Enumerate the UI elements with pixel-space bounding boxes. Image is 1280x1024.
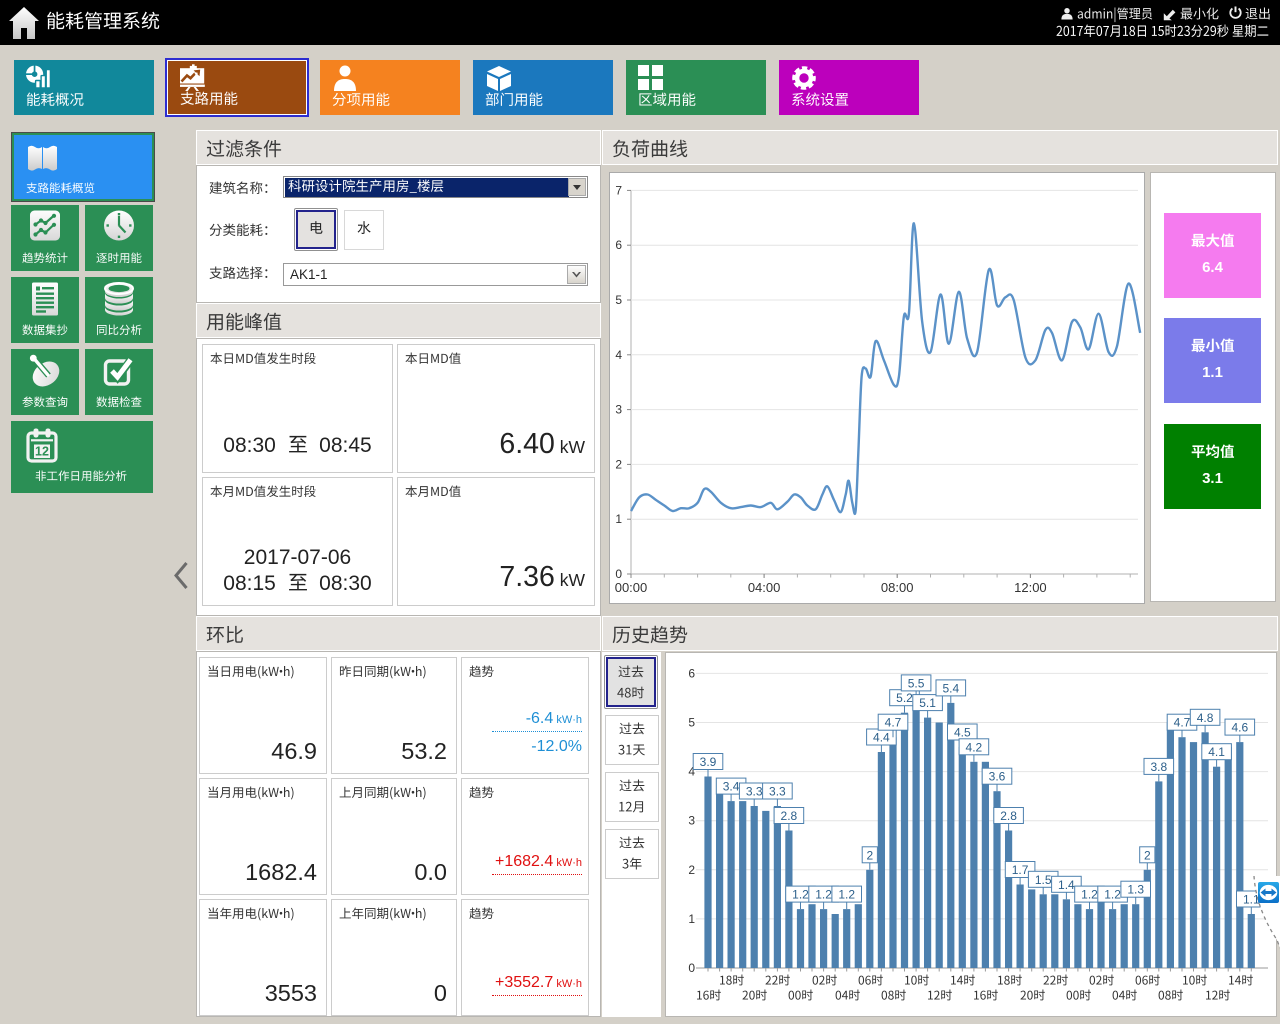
svg-text:3: 3 [615,403,622,417]
svg-text:4.6: 4.6 [1231,721,1248,735]
svg-text:3: 3 [688,814,695,828]
svg-text:4.7: 4.7 [1174,716,1191,730]
svg-text:1.2: 1.2 [792,888,809,902]
svg-text:2.8: 2.8 [781,809,798,823]
svg-text:5: 5 [688,716,695,730]
svg-text:12: 12 [35,445,49,459]
svg-text:6: 6 [688,666,695,680]
svg-text:4.4: 4.4 [873,731,890,745]
svg-text:04:00: 04:00 [748,580,781,595]
svg-text:2: 2 [1144,848,1151,862]
svg-text:2: 2 [615,457,622,471]
svg-text:3.6: 3.6 [989,770,1006,784]
svg-text:3.4: 3.4 [723,780,740,794]
svg-text:1.5: 1.5 [1035,873,1052,887]
svg-text:7: 7 [615,183,622,197]
svg-text:1: 1 [688,912,695,926]
svg-text:4: 4 [615,348,622,362]
svg-text:3.3: 3.3 [746,785,763,799]
svg-text:5: 5 [615,293,622,307]
svg-text:5.5: 5.5 [908,676,925,690]
svg-text:1.3: 1.3 [1127,883,1144,897]
svg-text:1.2: 1.2 [838,888,855,902]
svg-text:2.8: 2.8 [1000,809,1017,823]
svg-text:1.4: 1.4 [1058,878,1075,892]
svg-text:4.8: 4.8 [1197,711,1214,725]
svg-text:1.2: 1.2 [815,888,832,902]
svg-text:0: 0 [615,567,622,581]
svg-text:2: 2 [866,848,873,862]
svg-text:1: 1 [615,512,622,526]
svg-text:00:00: 00:00 [615,580,648,595]
svg-text:12:00: 12:00 [1014,580,1047,595]
svg-text:3.3: 3.3 [769,785,786,799]
svg-text:5.1: 5.1 [919,696,936,710]
svg-text:4.7: 4.7 [885,716,902,730]
svg-text:5.4: 5.4 [942,681,959,695]
svg-text:4.1: 4.1 [1208,745,1225,759]
svg-text:3.8: 3.8 [1150,760,1167,774]
svg-text:1.2: 1.2 [1104,888,1121,902]
svg-text:3.9: 3.9 [700,755,717,769]
svg-text:4.5: 4.5 [954,726,971,740]
svg-text:0: 0 [688,961,695,975]
svg-text:1.2: 1.2 [1081,888,1098,902]
svg-text:08:00: 08:00 [881,580,914,595]
svg-text:1.7: 1.7 [1012,863,1029,877]
svg-text:2: 2 [688,863,695,877]
svg-text:5.2: 5.2 [896,691,913,705]
svg-text:4.2: 4.2 [966,740,983,754]
svg-text:6: 6 [615,238,622,252]
